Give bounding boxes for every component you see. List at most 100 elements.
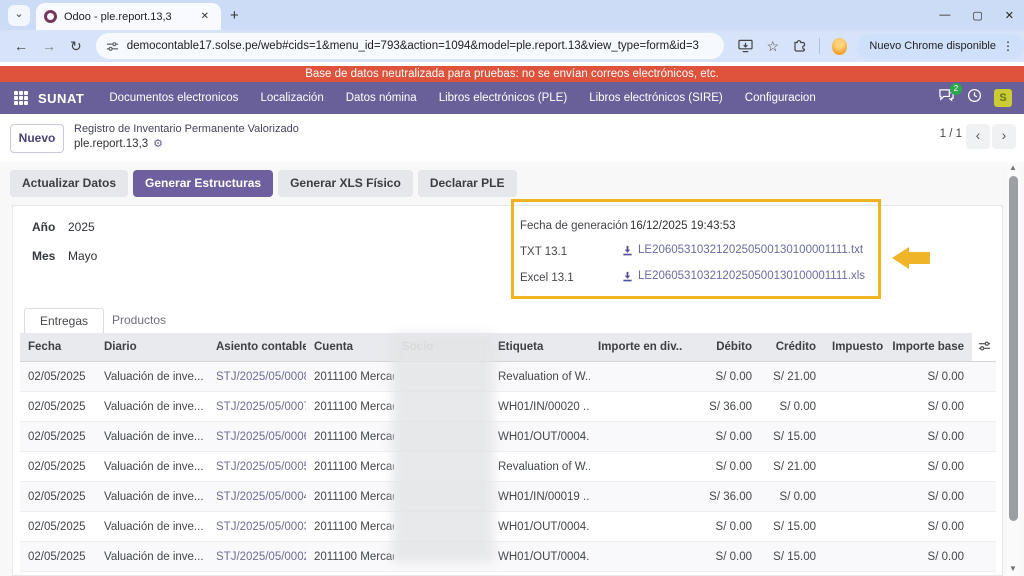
cell-cuenta: 2011100 Mercad... bbox=[306, 452, 394, 482]
navbar-menu-item[interactable]: Localización bbox=[249, 82, 334, 114]
brand-sunat[interactable]: SUNAT bbox=[38, 91, 84, 106]
cell-asiento-link[interactable]: STJ/2025/05/0007 bbox=[208, 392, 306, 422]
user-avatar[interactable]: S bbox=[994, 89, 1012, 107]
annotation-arrow-tail bbox=[908, 252, 930, 264]
bookmark-star-icon[interactable]: ☆ bbox=[767, 38, 780, 55]
window-minimize-icon[interactable]: — bbox=[939, 9, 950, 21]
col-importe-base[interactable]: Importe base bbox=[884, 333, 972, 362]
breadcrumb-record: ple.report.13,3 ⚙ bbox=[74, 137, 163, 150]
col-cuenta[interactable]: Cuenta bbox=[306, 333, 394, 362]
month-field[interactable]: Mayo bbox=[68, 249, 97, 263]
col-diario[interactable]: Diario bbox=[96, 333, 208, 362]
new-chrome-button[interactable]: Nuevo Chrome disponible ⋮ bbox=[857, 34, 1024, 59]
col-fecha[interactable]: Fecha bbox=[20, 333, 96, 362]
pager-count: 1 / 1 bbox=[940, 128, 962, 140]
back-button[interactable]: ← bbox=[14, 38, 28, 54]
browser-tab[interactable]: Odoo - ple.report.13,3 ✕ bbox=[36, 3, 221, 30]
cell-fecha: 02/05/2025 bbox=[20, 362, 96, 392]
table-row[interactable]: 02/05/2025 Valuación de inve... STJ/2025… bbox=[20, 482, 996, 512]
pager-next-button[interactable]: › bbox=[992, 124, 1016, 149]
declarar-ple-button[interactable]: Declarar PLE bbox=[418, 170, 517, 197]
odoo-navbar: SUNAT Documentos electronicosLocalizació… bbox=[0, 82, 1024, 114]
table-row[interactable]: 02/05/2025 Valuación de inve... STJ/2025… bbox=[20, 512, 996, 542]
tab-entregas[interactable]: Entregas bbox=[24, 308, 104, 334]
cell-asiento-link[interactable]: STJ/2025/05/0006 bbox=[208, 422, 306, 452]
navbar-menu-item[interactable]: Configuracion bbox=[734, 82, 827, 114]
chrome-menu-kebab-icon[interactable]: ⋮ bbox=[998, 39, 1018, 53]
pager-prev-button[interactable]: ‹ bbox=[966, 124, 990, 149]
toolbar-divider bbox=[819, 38, 820, 54]
new-record-button[interactable]: Nuevo bbox=[10, 124, 64, 153]
cell-importe-div bbox=[590, 542, 682, 572]
actualizar-datos-button[interactable]: Actualizar Datos bbox=[10, 170, 128, 197]
cell-asiento-link[interactable]: STJ/2025/05/0001 bbox=[208, 572, 306, 576]
tab-list-chevron-icon[interactable]: ⌄ bbox=[8, 5, 30, 26]
new-tab-button[interactable]: + bbox=[230, 7, 239, 24]
col-importe-div[interactable]: Importe en div... bbox=[590, 333, 682, 362]
table-row[interactable]: 02/05/2025 Valuación de inve... STJ/2025… bbox=[20, 452, 996, 482]
cell-importe-base: S/ 0.00 bbox=[884, 452, 972, 482]
cell-asiento-link[interactable]: STJ/2025/05/0004 bbox=[208, 482, 306, 512]
col-debito[interactable]: Débito bbox=[682, 333, 760, 362]
window-maximize-icon[interactable]: ▢ bbox=[972, 9, 982, 22]
generar-xls-fisico-button[interactable]: Generar XLS Físico bbox=[278, 170, 413, 197]
navbar-menu-item[interactable]: Libros electrónicos (PLE) bbox=[428, 82, 578, 114]
column-options-icon[interactable] bbox=[972, 333, 996, 362]
cell-credito: S/ 15.00 bbox=[760, 422, 824, 452]
profile-avatar[interactable] bbox=[832, 38, 847, 55]
cell-importe-base: S/ 0.00 bbox=[884, 542, 972, 572]
navbar-menu-item[interactable]: Libros electrónicos (SIRE) bbox=[578, 82, 734, 114]
scroll-up-icon[interactable]: ▲ bbox=[1009, 163, 1017, 172]
generation-date-label: Fecha de generación bbox=[520, 220, 628, 232]
cell-credito: S/ 15.00 bbox=[760, 542, 824, 572]
window-close-icon[interactable]: ✕ bbox=[1005, 9, 1014, 22]
scrollbar-thumb[interactable] bbox=[1009, 176, 1018, 521]
apps-grid-icon[interactable] bbox=[14, 91, 28, 105]
messages-icon[interactable]: 2 bbox=[938, 88, 955, 108]
table-row[interactable]: 02/05/2025 Valuación de inve... STJ/2025… bbox=[20, 362, 996, 392]
cell-asiento-link[interactable]: STJ/2025/05/0005 bbox=[208, 452, 306, 482]
tab-close-icon[interactable]: ✕ bbox=[197, 9, 213, 24]
navbar-menu-item[interactable]: Datos nómina bbox=[335, 82, 428, 114]
txt-download-link[interactable]: LE2060531032120250500130100001111.txt bbox=[622, 244, 863, 256]
txt-filename: LE2060531032120250500130100001111.txt bbox=[638, 244, 863, 256]
col-asiento[interactable]: Asiento contable bbox=[208, 333, 306, 362]
cell-importe-div bbox=[590, 452, 682, 482]
excel-download-link[interactable]: LE2060531032120250500130100001111.xls bbox=[622, 270, 865, 282]
cell-importe-base: S/ 0.00 bbox=[884, 392, 972, 422]
cell-importe-div bbox=[590, 512, 682, 542]
cell-asiento-link[interactable]: STJ/2025/05/0003 bbox=[208, 512, 306, 542]
year-field[interactable]: 2025 bbox=[68, 220, 95, 234]
table-row[interactable]: 02/05/2025 Valuación de inve... STJ/2025… bbox=[20, 422, 996, 452]
cell-etiqueta: Revaluation of W... bbox=[490, 362, 590, 392]
table-row[interactable]: 02/05/2025 Valuación de inve... STJ/2025… bbox=[20, 572, 996, 576]
cell-diario: Valuación de inve... bbox=[96, 422, 208, 452]
gear-icon[interactable]: ⚙ bbox=[153, 137, 163, 150]
scroll-down-icon[interactable]: ▼ bbox=[1009, 564, 1017, 573]
table-row[interactable]: 02/05/2025 Valuación de inve... STJ/2025… bbox=[20, 392, 996, 422]
tab-productos[interactable]: Productos bbox=[112, 308, 166, 333]
address-bar[interactable]: democontable17.solse.pe/web#cids=1&menu_… bbox=[96, 33, 724, 59]
col-etiqueta[interactable]: Etiqueta bbox=[490, 333, 590, 362]
extensions-icon[interactable] bbox=[793, 39, 807, 53]
cell-impuesto bbox=[824, 422, 884, 452]
address-input[interactable]: democontable17.solse.pe/web#cids=1&menu_… bbox=[127, 40, 699, 52]
generar-estructuras-button[interactable]: Generar Estructuras bbox=[133, 170, 273, 197]
breadcrumb[interactable]: Registro de Inventario Permanente Valori… bbox=[74, 123, 299, 135]
col-impuesto[interactable]: Impuesto bbox=[824, 333, 884, 362]
table-row[interactable]: 02/05/2025 Valuación de inve... STJ/2025… bbox=[20, 542, 996, 572]
navbar-menu-item[interactable]: Documentos electronicos bbox=[98, 82, 249, 114]
reload-button[interactable]: ↻ bbox=[70, 38, 82, 55]
odoo-favicon-icon bbox=[44, 10, 57, 23]
activities-clock-icon[interactable] bbox=[967, 88, 982, 108]
col-credito[interactable]: Crédito bbox=[760, 333, 824, 362]
forward-button[interactable]: → bbox=[42, 38, 56, 54]
txt-label: TXT 13.1 bbox=[520, 246, 567, 258]
cell-asiento-link[interactable]: STJ/2025/05/0002 bbox=[208, 542, 306, 572]
record-name: ple.report.13,3 bbox=[74, 138, 148, 150]
cell-etiqueta: Revaluation of W... bbox=[490, 452, 590, 482]
col-socio[interactable]: Socio bbox=[394, 333, 490, 362]
site-info-icon[interactable] bbox=[106, 40, 119, 53]
cell-asiento-link[interactable]: STJ/2025/05/0008 bbox=[208, 362, 306, 392]
send-to-device-icon[interactable] bbox=[738, 39, 753, 53]
